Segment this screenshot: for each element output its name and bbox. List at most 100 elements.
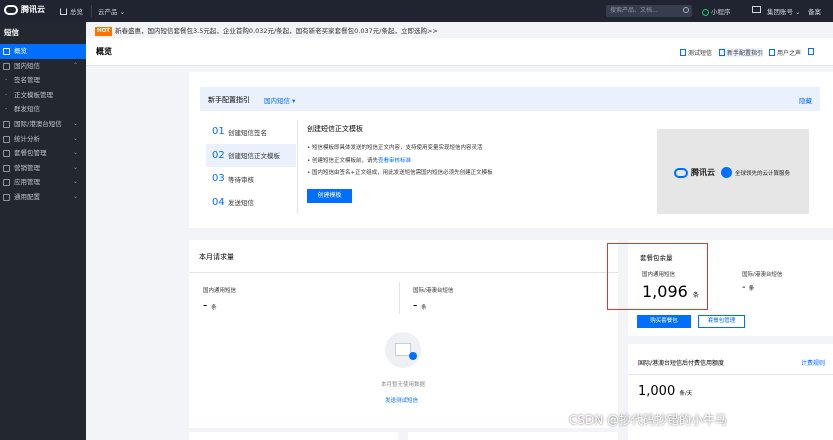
sidebar-item-label: 统计分析 (14, 134, 40, 143)
sidebar-item-config[interactable]: 通用配置 ⌄ (0, 190, 86, 205)
highlight-annotation (607, 243, 708, 310)
guide-step[interactable]: 03 等待审核 (206, 167, 296, 191)
promo-notice[interactable]: HOT 新春盛惠，国内短信套餐包3.5元起，企业首购0.032元/条起，国有新老买… (92, 24, 833, 38)
pencil-icon (808, 48, 814, 55)
sidebar-item-label: 营销管理 (14, 163, 40, 172)
metric-label: 国际/港澳台短信 (742, 272, 783, 278)
send-test-sms-link[interactable]: 发送测试短信 (385, 396, 418, 404)
intl-balance: 国际/港澳台短信 - 条 (742, 270, 782, 293)
metric-value: 1,000 条/天 (638, 384, 693, 399)
watermark: CSDN @抄代码抄错的小牛马 (569, 413, 728, 427)
chevron-up-icon: ⌃ (72, 61, 78, 69)
sidebar-item-label: 群发短信 (14, 105, 40, 114)
create-template-button[interactable]: 创建模板 (307, 189, 352, 203)
step-label: 创建短信正文模板 (228, 152, 280, 161)
sms-type-select[interactable]: 国内短信 ▾ (264, 95, 295, 105)
metric-label: 国内通用短信 (203, 288, 237, 294)
bottom-card (189, 432, 398, 440)
promo-banner[interactable]: 腾讯云 全球领先的云计算服务 (657, 129, 809, 214)
step-number: 01 (212, 126, 225, 138)
chevron-down-icon: ⌄ (72, 134, 78, 142)
miniprogram-link[interactable]: 小程序 (702, 6, 731, 16)
chevron-down-icon: ⌄ (72, 163, 78, 171)
guide-label: 新手配置指引 (727, 50, 764, 57)
brand-logo[interactable]: 腾讯云 (4, 4, 45, 15)
sidebar-item-mass-sms[interactable]: 群发短信 (0, 102, 86, 117)
guide-step[interactable]: 01 创建短信签名 (206, 120, 296, 144)
guide-content: 创建短信正文模板 • 短信模板即具体发送的短信正文内容，支持使用变量实现短信内容… (307, 124, 637, 203)
divider (399, 282, 400, 314)
products-menu[interactable]: 云产品 ⌄ (98, 6, 125, 16)
sidebar: 短信 概览 国内短信 ⌃ 签名管理 正文模板管理 群发短信 国际/港澳台短信 ⌄ 统… (0, 22, 86, 440)
sidebar-item-label: 签名管理 (14, 76, 40, 85)
home-label: 总览 (70, 8, 83, 16)
guide-step-active[interactable]: 02 创建短信正文模板 (206, 143, 296, 167)
globe-icon (3, 120, 10, 128)
guide-content-title: 创建短信正文模板 (307, 125, 363, 133)
global-search-input[interactable]: 搜索产品、文档... (606, 5, 692, 17)
marketing-icon (3, 164, 10, 172)
app-icon (3, 179, 10, 187)
sidebar-item-domestic-sms[interactable]: 国内短信 ⌃ (0, 59, 86, 74)
intl-requests: 国际/港澳台短信 - 条 (413, 286, 453, 312)
guide-header: 新手配置指引 国内短信 ▾ 隐藏 (200, 87, 820, 111)
edit-button[interactable] (808, 48, 814, 55)
guide-content-item: • 国内短信由签名+正文组成，用此发送短信需国内短信必须先创建正文模板 (307, 170, 493, 176)
step-label: 创建短信签名 (228, 128, 267, 137)
message-icon (3, 62, 10, 70)
empty-state-text: 本月暂无使用数据 (381, 382, 426, 388)
sidebar-item-statistics[interactable]: 统计分析 ⌄ (0, 132, 86, 147)
monthly-requests-card: 本月请求量 国内通用短信 - 条 国际/港澳台短信 - 条 本月暂无使用数据 发… (189, 240, 618, 428)
chevron-down-icon: ⌄ (72, 192, 78, 200)
step-number: 04 (212, 196, 225, 208)
banner-logo: 腾讯云 全球领先的云计算服务 (674, 167, 790, 178)
user-voice-button[interactable]: 用户之声 (769, 48, 801, 57)
hide-guide-button[interactable]: 隐藏 (799, 95, 812, 105)
review-standard-link[interactable]: 查看审核标准 (378, 158, 411, 164)
sidebar-item-intl-sms[interactable]: 国际/港澳台短信 ⌄ (0, 117, 86, 132)
home-icon (60, 7, 67, 15)
guide-step[interactable]: 04 发送短信 (206, 191, 296, 215)
sidebar-item-template[interactable]: 正文模板管理 (0, 88, 86, 103)
sidebar-item-apps[interactable]: 应用管理 ⌄ (0, 175, 86, 190)
guide-steps: 01 创建短信签名 02 创建短信正文模板 03 等待审核 04 发送短信 (206, 120, 296, 214)
sidebar-item-label: 正文模板管理 (14, 90, 53, 99)
settings-icon (3, 193, 10, 201)
banner-brand: 腾讯云 (691, 168, 715, 177)
step-number: 02 (212, 149, 225, 161)
divider (189, 272, 618, 273)
sidebar-item-packages[interactable]: 套餐包管理 ⌄ (0, 146, 86, 161)
metric-value: - 条 (413, 298, 427, 312)
guide-button[interactable]: 新手配置指引 (719, 48, 764, 57)
billing-rules-link[interactable]: 计费规则 (801, 358, 825, 367)
sidebar-item-signature[interactable]: 签名管理 (0, 73, 86, 88)
sidebar-item-overview[interactable]: 概览 (0, 44, 86, 59)
metric-label: 国际/港澳台短信 (413, 288, 454, 294)
guide-content-item: • 短信模板即具体发送的短信正文内容，支持使用变量实现短信内容灵活 (307, 145, 483, 151)
account-menu[interactable]: 集团账号 ⌄ (767, 6, 801, 16)
metric-value: - 条 (742, 282, 755, 293)
buy-package-button[interactable]: 购买套餐包 (637, 315, 691, 328)
filing-link[interactable]: 备案 (808, 6, 821, 16)
mail-icon[interactable] (752, 6, 761, 13)
sidebar-item-label: 国际/港澳台短信 (14, 119, 62, 128)
search-icon[interactable] (683, 7, 689, 13)
package-icon (3, 150, 10, 158)
home-link[interactable]: 总览 (60, 6, 83, 16)
test-sms-button[interactable]: 测试短信 (680, 48, 712, 57)
status-dot-icon (409, 352, 417, 360)
sidebar-item-label: 国内短信 (14, 61, 40, 70)
sidebar-item-label: 应用管理 (14, 178, 40, 187)
manage-package-button[interactable]: 套餐包管理 (698, 315, 745, 328)
chevron-down-icon: ⌄ (72, 119, 78, 127)
chevron-down-icon: ⌄ (72, 178, 78, 186)
step-label: 等待审核 (228, 175, 254, 184)
guide-content-item: • 创建短信正文模板前，请先查看审核标准 (307, 157, 412, 164)
guide-title: 新手配置指引 (208, 96, 250, 104)
step-number: 03 (212, 173, 225, 185)
sidebar-item-marketing[interactable]: 营销管理 ⌄ (0, 161, 86, 176)
test-icon (680, 49, 686, 56)
cloud-logo-icon (674, 167, 688, 178)
cloud-logo-icon (4, 4, 18, 15)
miniprogram-icon (702, 8, 709, 16)
